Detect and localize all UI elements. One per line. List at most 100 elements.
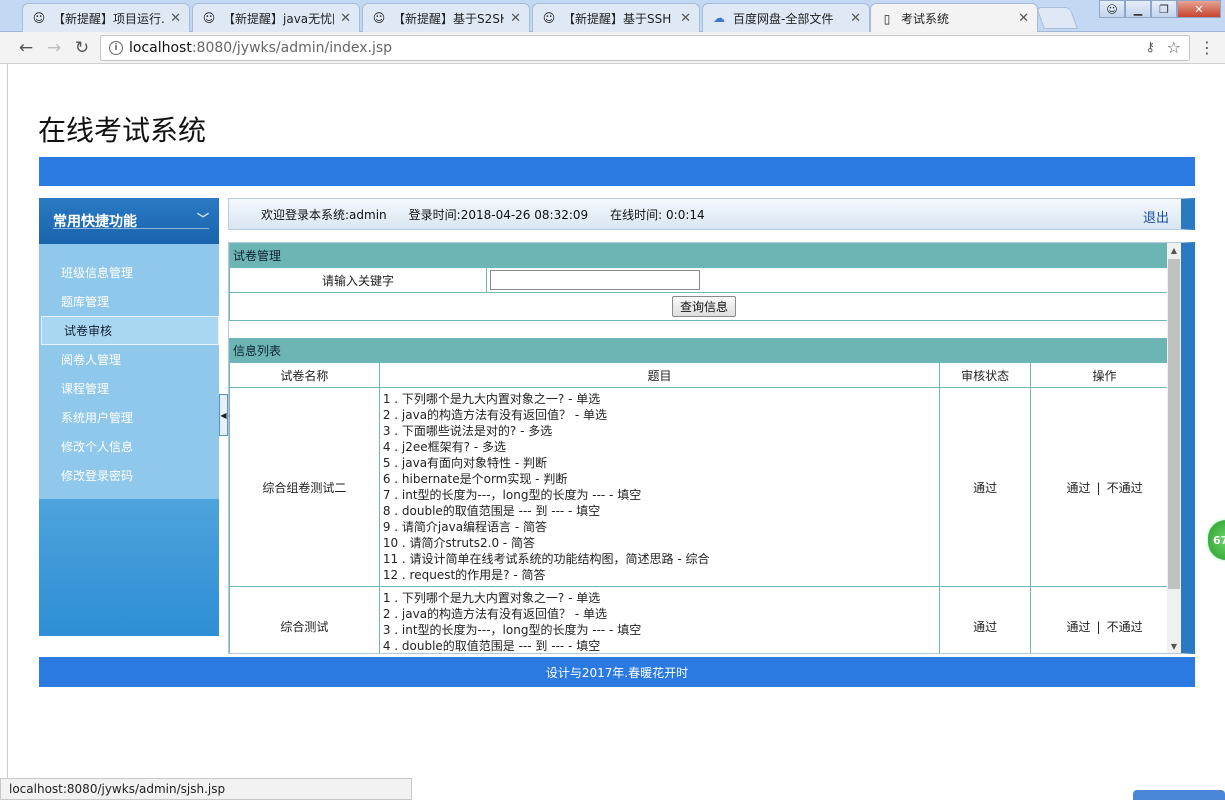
sidebar-item-class-info[interactable]: 班级信息管理 — [39, 258, 219, 287]
floating-badge[interactable]: 67 — [1206, 518, 1225, 562]
site-title: 在线考试系统 — [38, 114, 207, 147]
question-list: 1 . 下列哪个是九大内置对象之一? - 单选 2 . java的构造方法有没有… — [378, 586, 941, 653]
close-icon[interactable]: ✕ — [1018, 11, 1029, 26]
scroll-down-icon[interactable]: ▼ — [1167, 639, 1181, 653]
sidebar-header[interactable]: 常用快捷功能 ﹀ — [39, 198, 219, 244]
address-toolbar: ← → ↻ i localhost:8080/jywks/admin/index… — [0, 32, 1225, 64]
scroll-thumb[interactable] — [1168, 259, 1180, 589]
address-bar[interactable]: i localhost:8080/jywks/admin/index.jsp ⚷… — [100, 35, 1190, 61]
star-icon[interactable]: ☆ — [1167, 38, 1181, 57]
content-frame: 试卷管理 请输入关键字 查询信息 信息列表 试卷名称 题目 审核状态 操作 综合… — [228, 242, 1195, 654]
reject-link[interactable]: 不通过 — [1107, 620, 1143, 634]
question-list: 1 . 下列哪个是九大内置对象之一? - 单选 2 . java的构造方法有没有… — [378, 387, 941, 587]
logout-link[interactable]: 退出 — [1143, 207, 1169, 226]
tab-label: 【新提醒】基于SSH — [563, 11, 672, 26]
paper-name: 综合测试 — [229, 586, 380, 653]
sidebar-collapse-toggle[interactable]: ◀ — [219, 394, 228, 436]
url-host: localhost — [129, 40, 192, 56]
sidebar-item-grader-admin[interactable]: 阅卷人管理 — [39, 345, 219, 374]
tab-label: 【新提醒】java无忧网 — [223, 11, 335, 26]
close-window-button[interactable]: ✕ — [1177, 0, 1221, 18]
welcome-greeting: 欢迎登录本系统:admin — [261, 207, 387, 222]
keyword-label: 请输入关键字 — [229, 267, 487, 293]
reload-icon[interactable]: ↻ — [72, 38, 92, 58]
floating-search-widget[interactable] — [1133, 790, 1225, 800]
close-icon[interactable]: ✕ — [340, 11, 351, 26]
tab-label: 【新提醒】基于S2SH — [393, 11, 505, 26]
sidebar: 常用快捷功能 ﹀ 班级信息管理 题库管理 试卷审核 阅卷人管理 课程管理 系统用… — [39, 198, 219, 636]
browser-tab-4[interactable]: ☺ 【新提醒】基于SSH ✕ — [532, 3, 700, 32]
sidebar-item-label: 课程管理 — [61, 382, 110, 396]
restore-button[interactable]: ❐ — [1151, 0, 1177, 18]
reject-link[interactable]: 不通过 — [1107, 481, 1143, 495]
sidebar-item-paper-review[interactable]: 试卷审核 — [41, 316, 219, 345]
close-icon[interactable]: ✕ — [510, 11, 521, 26]
frame-scrollbar[interactable]: ▲ ▼ — [1167, 243, 1181, 653]
question-item: 3 . 下面哪些说法是对的? - 多选 — [382, 424, 553, 438]
minimize-button[interactable]: ▁ — [1125, 0, 1151, 18]
url-path: :8080/jywks/admin/index.jsp — [191, 40, 393, 56]
sidebar-item-question-bank[interactable]: 题库管理 — [39, 287, 219, 316]
forum-icon: ☺ — [372, 11, 386, 25]
question-item: 7 . int型的长度为---，long型的长度为 --- - 填空 — [382, 488, 642, 502]
chevron-down-icon[interactable]: ﹀ — [197, 210, 209, 227]
table-row: 综合组卷测试二 1 . 下列哪个是九大内置对象之一? - 单选 2 . java… — [229, 387, 1179, 587]
list-section-title: 信息列表 — [229, 338, 1179, 363]
site-footer: 设计与2017年.春暖花开时 — [39, 657, 1195, 687]
welcome-bar: 欢迎登录本系统:admin 登录时间:2018-04-26 08:32:09 在… — [228, 198, 1195, 230]
question-item: 6 . hibernate是个orm实现 - 判断 — [382, 472, 568, 486]
sidebar-menu: 班级信息管理 题库管理 试卷审核 阅卷人管理 课程管理 系统用户管理 修改个人信… — [39, 244, 219, 499]
sidebar-item-edit-profile[interactable]: 修改个人信息 — [39, 432, 219, 461]
question-item: 5 . java有面向对象特性 - 判断 — [382, 456, 548, 470]
close-icon[interactable]: ✕ — [170, 11, 181, 26]
question-item: 1 . 下列哪个是九大内置对象之一? - 单选 — [382, 591, 601, 605]
table-header-row: 试卷名称 题目 审核状态 操作 — [229, 362, 1179, 388]
key-icon[interactable]: ⚷ — [1145, 40, 1155, 55]
sidebar-item-system-users[interactable]: 系统用户管理 — [39, 403, 219, 432]
paper-name: 综合组卷测试二 — [229, 387, 380, 587]
sidebar-item-change-password[interactable]: 修改登录密码 — [39, 461, 219, 490]
browser-tab-bar: ☺ 【新提醒】项目运行... ✕ ☺ 【新提醒】java无忧网 ✕ ☺ 【新提醒… — [0, 0, 1225, 33]
online-time: 在线时间: 0:0:14 — [610, 207, 705, 222]
forum-icon: ☺ — [202, 11, 216, 25]
approve-link[interactable]: 通过 — [1067, 620, 1091, 634]
sidebar-item-course-admin[interactable]: 课程管理 — [39, 374, 219, 403]
keyword-input[interactable] — [490, 270, 700, 290]
sidebar-item-label: 阅卷人管理 — [61, 353, 122, 367]
info-icon[interactable]: i — [109, 41, 123, 55]
page-icon: ▯ — [883, 11, 891, 26]
forward-arrow-icon[interactable]: → — [44, 38, 64, 58]
close-icon[interactable]: ✕ — [850, 11, 861, 26]
question-item: 4 . j2ee框架有? - 多选 — [382, 440, 506, 454]
left-gutter — [0, 64, 8, 800]
sidebar-item-label: 试卷审核 — [64, 324, 113, 338]
question-item: 3 . int型的长度为---，long型的长度为 --- - 填空 — [382, 623, 642, 637]
close-icon[interactable]: ✕ — [680, 11, 691, 26]
back-arrow-icon[interactable]: ← — [16, 38, 36, 58]
col-review-status: 审核状态 — [939, 362, 1032, 388]
user-icon[interactable]: ☺ — [1099, 0, 1125, 18]
new-tab-button[interactable] — [1035, 7, 1079, 29]
info-list-table: 信息列表 试卷名称 题目 审核状态 操作 综合组卷测试二 1 . 下列哪个是九大… — [229, 338, 1179, 653]
top-banner — [39, 157, 1195, 186]
browser-tab-1[interactable]: ☺ 【新提醒】项目运行... ✕ — [22, 3, 190, 32]
browser-tab-3[interactable]: ☺ 【新提醒】基于S2SH ✕ — [362, 3, 530, 32]
forum-icon: ☺ — [32, 11, 46, 25]
browser-tab-2[interactable]: ☺ 【新提醒】java无忧网 ✕ — [192, 3, 360, 32]
sidebar-item-label: 修改登录密码 — [61, 469, 134, 483]
table-row: 综合测试 1 . 下列哪个是九大内置对象之一? - 单选 2 . java的构造… — [229, 586, 1179, 653]
scroll-up-icon[interactable]: ▲ — [1167, 243, 1181, 257]
tab-label: 【新提醒】项目运行... — [53, 11, 165, 26]
browser-tab-5[interactable]: ☁ 百度网盘-全部文件 ✕ — [702, 3, 870, 32]
tab-label: 百度网盘-全部文件 — [733, 11, 834, 26]
question-item: 8 . double的取值范围是 --- 到 --- - 填空 — [382, 504, 601, 518]
question-item: 10 . 请简介struts2.0 - 简答 — [382, 536, 536, 550]
question-item: 2 . java的构造方法有没有返回值？ - 单选 — [382, 408, 608, 422]
keyword-cell — [486, 267, 1179, 293]
query-button[interactable]: 查询信息 — [671, 296, 736, 317]
approve-link[interactable]: 通过 — [1067, 481, 1091, 495]
browser-tab-6[interactable]: ▯ 考试系统 ✕ — [870, 3, 1038, 33]
menu-dots-icon[interactable]: ⋮ — [1199, 38, 1215, 57]
cloud-icon: ☁ — [713, 11, 725, 25]
